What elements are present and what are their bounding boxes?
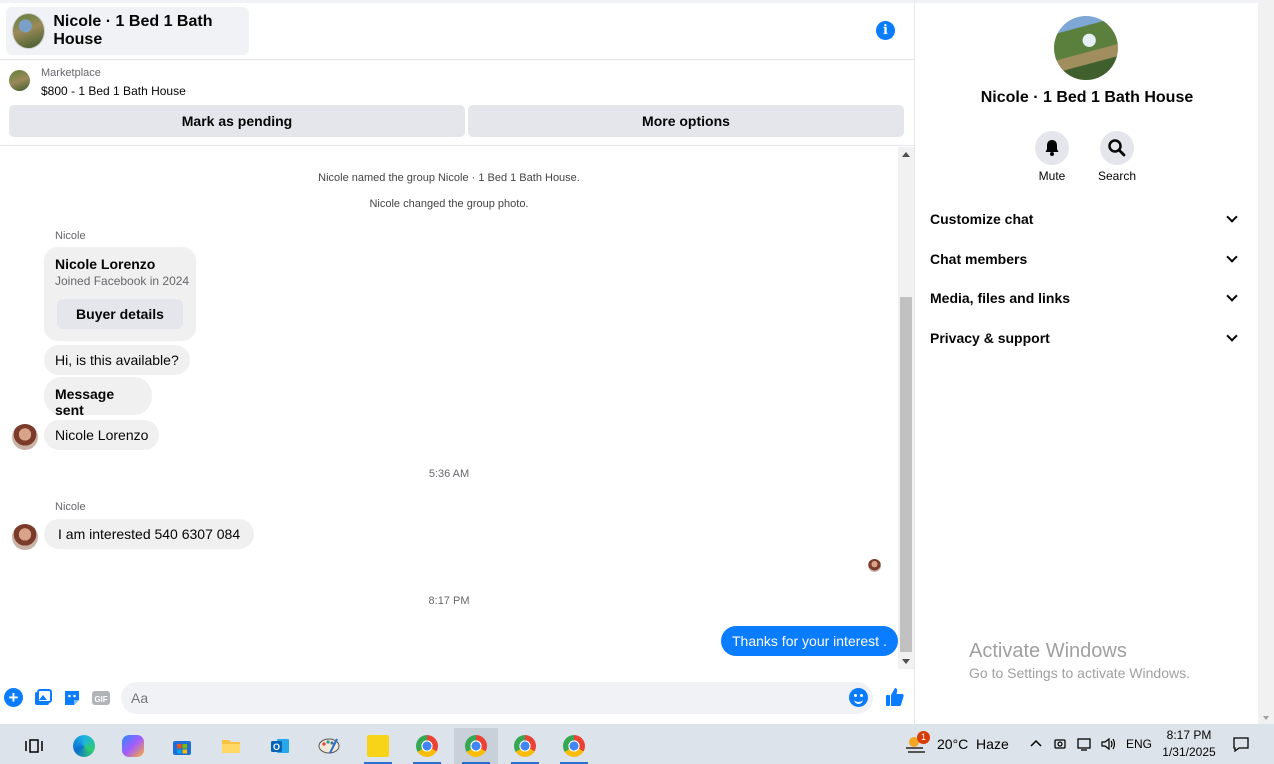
notifications-icon[interactable] <box>1232 724 1250 764</box>
timestamp: 5:36 AM <box>428 468 470 480</box>
store-icon[interactable] <box>160 728 204 764</box>
more-options-button[interactable]: More options <box>468 105 904 137</box>
language-indicator[interactable]: ENG <box>1126 724 1152 764</box>
page-scrollbar[interactable] <box>1258 0 1274 724</box>
edge-icon[interactable] <box>62 728 106 764</box>
tray-chevron-icon[interactable] <box>1029 724 1043 764</box>
svg-text:GIF: GIF <box>94 695 107 704</box>
listing-bar: Marketplace $800 - 1 Bed 1 Bath House Ma… <box>0 60 915 146</box>
sticky-notes-icon[interactable] <box>356 728 400 764</box>
buyer-profile-card: Nicole Lorenzo Joined Facebook in 2024 B… <box>44 247 196 341</box>
listing-thumbnail[interactable] <box>9 70 30 91</box>
paint-icon[interactable] <box>307 728 351 764</box>
chevron-down-icon <box>1226 330 1238 342</box>
scroll-down-icon[interactable] <box>902 659 910 664</box>
menu-label: Privacy & support <box>930 330 1050 346</box>
sender-avatar[interactable] <box>12 524 38 550</box>
activate-windows-title: Activate Windows <box>969 640 1127 662</box>
bell-icon <box>1035 131 1069 165</box>
gif-icon[interactable]: GIF <box>91 688 111 708</box>
like-icon[interactable] <box>884 686 906 708</box>
menu-label: Customize chat <box>930 211 1034 227</box>
group-avatar <box>12 13 46 49</box>
composer: + GIF <box>0 680 915 716</box>
search-icon <box>1100 131 1134 165</box>
menu-label: Media, files and links <box>930 290 1071 306</box>
chrome-profile-icon[interactable] <box>552 728 596 764</box>
search-label: Search <box>1097 169 1137 183</box>
message-bubble[interactable]: Nicole Lorenzo <box>44 420 160 450</box>
volume-icon[interactable] <box>1100 724 1118 764</box>
sender-name: Nicole <box>55 230 86 242</box>
mark-pending-button[interactable]: Mark as pending <box>9 105 465 137</box>
sticker-icon[interactable] <box>62 688 82 708</box>
message-input[interactable] <box>121 682 873 714</box>
weather-badge: 1 <box>917 731 930 744</box>
scroll-up-icon[interactable] <box>902 152 910 157</box>
menu-privacy-support[interactable]: Privacy & support <box>930 326 1242 350</box>
network-icon[interactable] <box>1076 724 1094 764</box>
plus-icon[interactable]: + <box>4 688 23 707</box>
chrome-icon[interactable] <box>405 728 449 764</box>
messenger-window: Nicole · 1 Bed 1 Bath House i Marketplac… <box>0 0 1274 764</box>
read-receipt-avatar <box>868 559 881 572</box>
file-explorer-icon[interactable] <box>209 728 253 764</box>
copilot-icon[interactable] <box>111 728 155 764</box>
chat-header: Nicole · 1 Bed 1 Bath House i <box>0 3 915 60</box>
message-bubble[interactable]: Message sent <box>44 377 152 418</box>
taskbar: O 1 20°C Haze ENG 8:17 PM 1/31/2025 <box>0 724 1274 764</box>
scroll-thumb[interactable] <box>900 297 912 652</box>
weather-text: 20°C Haze <box>937 736 1009 752</box>
buyer-name: Nicole Lorenzo <box>55 256 156 272</box>
chevron-down-icon <box>1226 251 1238 263</box>
chrome-profile-icon[interactable] <box>454 728 498 764</box>
camera-tray-icon[interactable] <box>1053 724 1069 764</box>
chat-info-sidebar: Nicole · 1 Bed 1 Bath House Mute Search … <box>916 3 1258 723</box>
message-bubble[interactable]: I am interested 540 6307 084 <box>44 519 255 549</box>
message-list: Nicole named the group Nicole · 1 Bed 1 … <box>0 147 898 667</box>
timestamp: 8:17 PM <box>428 595 470 607</box>
sender-avatar[interactable] <box>12 424 38 450</box>
buyer-joined: Joined Facebook in 2024 <box>55 274 190 288</box>
chevron-down-icon <box>1226 211 1238 223</box>
chat-title: Nicole · 1 Bed 1 Bath House <box>53 13 213 48</box>
chat-title-button[interactable]: Nicole · 1 Bed 1 Bath House <box>6 7 249 55</box>
task-view-icon[interactable] <box>12 728 56 764</box>
outlook-icon[interactable]: O <box>258 728 302 764</box>
buyer-details-button[interactable]: Buyer details <box>57 299 183 329</box>
sender-name: Nicole <box>55 501 86 513</box>
mute-label: Mute <box>1038 169 1066 183</box>
svg-text:O: O <box>273 742 280 752</box>
mute-button[interactable]: Mute <box>1022 131 1082 183</box>
system-message: Nicole named the group Nicole · 1 Bed 1 … <box>318 172 580 184</box>
clock[interactable]: 8:17 PM 1/31/2025 <box>1150 727 1228 761</box>
clock-date: 1/31/2025 <box>1162 745 1216 759</box>
weather-widget[interactable]: 1 20°C Haze <box>903 724 1009 764</box>
menu-chat-members[interactable]: Chat members <box>930 247 1242 271</box>
activate-windows-subtitle: Go to Settings to activate Windows. <box>969 665 1190 681</box>
listing-source: Marketplace <box>41 67 101 79</box>
listing-title[interactable]: $800 - 1 Bed 1 Bath House <box>41 84 186 98</box>
chat-scrollbar[interactable] <box>898 147 914 669</box>
sidebar-title: Nicole · 1 Bed 1 Bath House <box>980 89 1194 106</box>
clock-time: 8:17 PM <box>1166 728 1212 742</box>
search-button[interactable]: Search <box>1087 131 1147 183</box>
menu-label: Chat members <box>930 251 1028 267</box>
photo-icon[interactable] <box>33 688 53 708</box>
info-icon[interactable]: i <box>876 21 895 40</box>
outgoing-message[interactable]: Thanks for your interest . <box>721 626 898 656</box>
chat-panel: Nicole · 1 Bed 1 Bath House i Marketplac… <box>0 0 915 724</box>
chrome-profile-icon[interactable] <box>503 728 547 764</box>
system-message: Nicole changed the group photo. <box>369 198 529 210</box>
scroll-down-icon[interactable] <box>1263 716 1269 720</box>
menu-media-files-links[interactable]: Media, files and links <box>930 286 1242 310</box>
emoji-icon[interactable] <box>849 688 868 707</box>
menu-customize-chat[interactable]: Customize chat <box>930 207 1242 231</box>
message-bubble[interactable]: Hi, is this available? <box>44 345 190 375</box>
sidebar-group-avatar[interactable] <box>1054 16 1118 80</box>
chevron-down-icon <box>1226 290 1238 302</box>
